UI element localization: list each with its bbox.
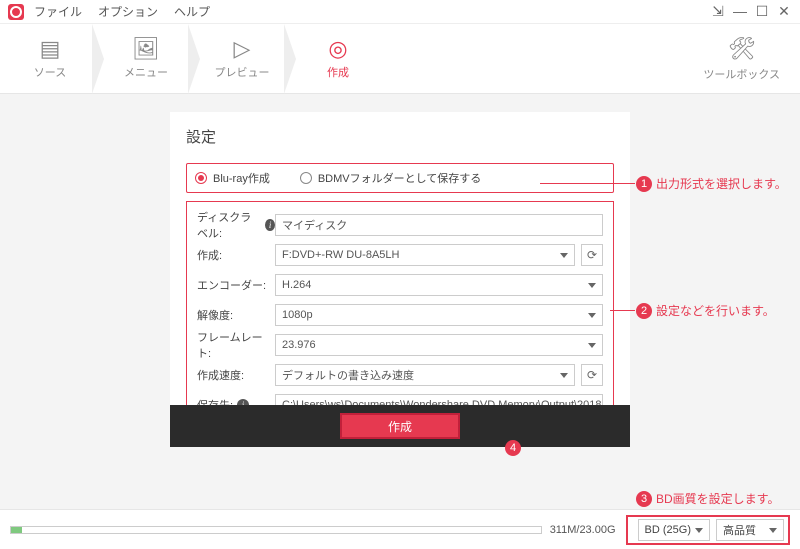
step-preview[interactable]: ▷ プレビュー [202, 24, 282, 94]
chevron-icon [92, 24, 104, 94]
info-icon[interactable]: i [265, 219, 275, 231]
window-controls: ⇲ — ☐ ✕ [710, 3, 792, 20]
chevron-icon [284, 24, 296, 94]
size-text: 311M/23.00G [550, 524, 616, 536]
resolution-label: 解像度: [197, 307, 275, 323]
close-icon[interactable]: ✕ [776, 3, 792, 20]
steps-bar: ▤ ソース 🖼 メニュー ▷ プレビュー ◎ 作成 🛠 ツールボックス [0, 24, 800, 94]
output-format-group: Blu-ray作成 BDMVフォルダーとして保存する [186, 163, 614, 193]
radio-off-icon [300, 172, 312, 184]
callout-number-icon: 3 [636, 491, 652, 507]
callout-1-text: 出力形式を選択します。 [656, 175, 787, 192]
toolbox-label: ツールボックス [703, 66, 780, 82]
size-progress-fill [11, 527, 22, 533]
radio-on-icon [195, 172, 207, 184]
create-target-select[interactable]: F:DVD+-RW DU-8A5LH [275, 244, 575, 266]
maximize-icon[interactable]: ☐ [754, 3, 770, 20]
radio-bluray-label: Blu-ray作成 [213, 170, 270, 186]
callout-2: 2 設定などを行います。 [636, 302, 775, 319]
framerate-label: フレームレート: [197, 329, 275, 361]
bd-quality-group: BD (25G) 高品質 [626, 515, 790, 545]
speed-label: 作成速度: [197, 367, 275, 383]
refresh-drive-button[interactable]: ⟳ [581, 244, 603, 266]
step-create[interactable]: ◎ 作成 [298, 24, 378, 94]
pin-icon[interactable]: ⇲ [710, 3, 726, 20]
menu-icon: 🖼 [132, 38, 160, 60]
callout-number-icon: 1 [636, 176, 652, 192]
refresh-speed-button[interactable]: ⟳ [581, 364, 603, 386]
create-disc-icon: ◎ [328, 38, 347, 60]
step-source-label: ソース [34, 64, 66, 80]
preview-icon: ▷ [234, 38, 251, 60]
callout-3-text: BD画質を設定します。 [656, 490, 779, 507]
callout-1: 1 出力形式を選択します。 [636, 175, 787, 192]
settings-title: 設定 [186, 126, 614, 147]
action-bar: 作成 [170, 405, 630, 447]
menu-file[interactable]: ファイル [34, 3, 82, 20]
radio-bluray[interactable]: Blu-ray作成 [195, 170, 270, 186]
create-target-label: 作成: [197, 247, 275, 263]
radio-bdmv[interactable]: BDMVフォルダーとして保存する [300, 170, 481, 186]
step-menu-label: メニュー [124, 64, 168, 80]
size-progress [10, 526, 542, 534]
step-source[interactable]: ▤ ソース [10, 24, 90, 94]
minimize-icon[interactable]: — [732, 3, 748, 20]
create-button[interactable]: 作成 [340, 413, 460, 439]
callout-3: 3 BD画質を設定します。 [636, 490, 779, 507]
settings-panel: 設定 Blu-ray作成 BDMVフォルダーとして保存する ディスクラベル: i… [170, 112, 630, 447]
resolution-select[interactable]: 1080p [275, 304, 603, 326]
callout-4: 4 [505, 440, 521, 456]
bd-capacity-select[interactable]: BD (25G) [638, 519, 710, 541]
toolbox-button[interactable]: 🛠 ツールボックス [693, 36, 790, 82]
callout-leader [610, 310, 635, 311]
titlebar: ファイル オプション ヘルプ ⇲ — ☐ ✕ [0, 0, 800, 24]
framerate-select[interactable]: 23.976 [275, 334, 603, 356]
disc-label-label: ディスクラベル: i [197, 209, 275, 241]
speed-select[interactable]: デフォルトの書き込み速度 [275, 364, 575, 386]
toolbox-icon: 🛠 [728, 36, 756, 62]
step-menu[interactable]: 🖼 メニュー [106, 24, 186, 94]
encoder-label: エンコーダー: [197, 277, 275, 293]
disc-label-input[interactable]: マイディスク [275, 214, 603, 236]
step-create-label: 作成 [327, 64, 349, 80]
encoder-select[interactable]: H.264 [275, 274, 603, 296]
callout-number-icon: 4 [505, 440, 521, 456]
chevron-icon [188, 24, 200, 94]
callout-number-icon: 2 [636, 303, 652, 319]
callout-2-text: 設定などを行います。 [656, 302, 775, 319]
app-logo-icon [8, 4, 24, 20]
bd-quality-select[interactable]: 高品質 [716, 519, 784, 541]
step-preview-label: プレビュー [215, 64, 270, 80]
source-icon: ▤ [40, 38, 61, 60]
radio-bdmv-label: BDMVフォルダーとして保存する [318, 170, 481, 186]
bottom-bar: 311M/23.00G BD (25G) 高品質 [0, 509, 800, 549]
menu-option[interactable]: オプション [98, 3, 158, 20]
menu-help[interactable]: ヘルプ [174, 3, 210, 20]
settings-form: ディスクラベル: i マイディスク 作成: F:DVD+-RW DU-8A5LH… [186, 201, 614, 429]
callout-leader [540, 183, 635, 184]
